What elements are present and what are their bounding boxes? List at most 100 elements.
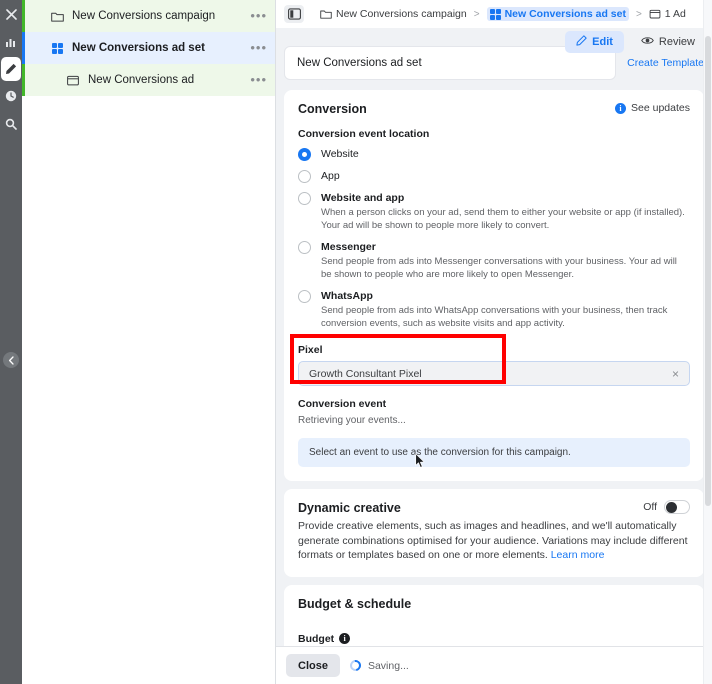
edit-button[interactable]: Edit [565,31,624,53]
option-label: Website and app [321,192,405,204]
pixel-field[interactable]: Growth Consultant Pixel × [298,361,690,386]
grid-icon [489,8,501,20]
dynamic-creative-toggle[interactable] [664,500,690,514]
toggle-knob [666,502,677,513]
description-text: Provide creative elements, such as image… [298,520,688,561]
option-label: Website [321,148,359,160]
breadcrumb-ads[interactable]: 1 Ad [649,8,686,20]
history-clock-icon[interactable] [0,82,22,110]
row-accent-bar [22,64,25,96]
loading-spinner-icon [347,657,364,674]
grid-icon [48,42,66,54]
budget-schedule-title: Budget & schedule [298,596,412,611]
breadcrumb-adset[interactable]: New Conversions ad set [486,7,629,21]
breadcrumb-campaign[interactable]: New Conversions campaign [320,8,467,20]
toggle-state-label: Off [643,501,657,513]
option-description: Send people from ads into WhatsApp conve… [321,305,668,329]
analytics-icon[interactable] [0,28,22,56]
see-updates-label: See updates [631,102,690,114]
create-template-link[interactable]: Create Template [627,57,704,69]
edit-pencil-icon[interactable] [1,57,21,81]
dynamic-creative-toggle-group[interactable]: Off [643,500,690,514]
breadcrumb-separator: > [635,8,642,20]
tree-row-adset[interactable]: New Conversions ad set ••• [22,32,275,64]
pixel-value: Growth Consultant Pixel [309,367,422,380]
info-icon[interactable]: i [339,633,351,644]
folder-icon [48,11,66,22]
radio-icon[interactable] [298,192,311,205]
row-overflow-menu-icon[interactable]: ••• [250,41,267,54]
row-accent-bar [22,32,25,64]
option-body: WhatsApp Send people from ads into Whats… [321,290,690,330]
tree-row-label: New Conversions ad set [72,42,205,54]
clear-icon[interactable]: × [672,367,679,381]
dynamic-creative-description: Provide creative elements, such as image… [298,519,690,563]
see-updates-link[interactable]: i See updates [615,102,690,114]
radio-icon[interactable] [298,170,311,183]
row-overflow-menu-icon[interactable]: ••• [250,9,267,22]
radio-option-website-and-app[interactable]: Website and app When a person clicks on … [298,192,690,232]
row-accent-bar [22,0,25,32]
retrieving-events-status: Retrieving your events... [298,415,406,426]
page-scrollbar-track[interactable] [703,0,712,684]
tree-row-label: New Conversions campaign [72,10,216,22]
breadcrumb-label: 1 Ad [664,8,686,20]
info-icon: i [615,102,627,114]
breadcrumb-label: New Conversions campaign [336,8,467,20]
breadcrumb-label: New Conversions ad set [504,8,626,20]
radio-option-whatsapp[interactable]: WhatsApp Send people from ads into Whats… [298,290,690,330]
close-icon[interactable] [0,0,22,28]
panel-toggle-icon[interactable] [284,5,304,23]
mouse-cursor [415,453,426,472]
option-body: Website and app When a person clicks on … [321,192,690,232]
row-overflow-menu-icon[interactable]: ••• [250,73,267,86]
header-action-row: Edit Review [565,31,706,53]
radio-icon[interactable] [298,241,311,254]
option-description: When a person clicks on your ad, send th… [321,207,685,231]
collapse-panel-chevron-icon[interactable] [3,352,19,368]
review-button-label: Review [658,36,695,48]
edit-pencil-icon [576,35,587,49]
review-button[interactable]: Review [630,31,706,53]
budget-field-label: Budget [298,632,335,645]
conversion-event-location-label: Conversion event location [298,128,430,140]
settings-scroll-area[interactable]: Conversion i See updates Conversion even… [276,90,712,646]
ad-frame-icon [64,75,82,86]
radio-icon[interactable] [298,290,311,303]
budget-field-label-row: Budget i [298,633,690,645]
learn-more-link[interactable]: Learn more [551,549,605,561]
option-body: App [321,170,690,183]
page-scrollbar-thumb[interactable] [705,36,711,506]
ad-frame-icon [649,9,661,19]
option-label: WhatsApp [321,290,373,302]
radio-icon-selected[interactable] [298,148,311,161]
option-label: App [321,170,340,182]
close-button[interactable]: Close [286,654,340,677]
option-body: Messenger Send people from ads into Mess… [321,241,690,281]
radio-option-messenger[interactable]: Messenger Send people from ads into Mess… [298,241,690,281]
radio-option-website[interactable]: Website [298,148,690,161]
main-editor-column: New Conversions campaign > New Conversio… [276,0,712,684]
dynamic-creative-title: Dynamic creative [298,501,401,515]
dynamic-creative-card: Dynamic creative Off Provide creative el… [284,489,704,577]
editor-bottom-bar: Close Saving... [276,646,712,684]
option-body: Website [321,148,690,161]
breadcrumb-separator: > [473,8,480,20]
tree-row-ad[interactable]: New Conversions ad ••• [22,64,275,96]
header-actions: Edit Review Create Template [565,31,706,69]
search-icon[interactable] [0,110,22,138]
editor-header: New Conversions ad set Edit Review Creat… [276,28,712,90]
saving-status: Saving... [347,657,409,674]
option-description: Send people from ads into Messenger conv… [321,256,677,280]
edit-button-label: Edit [592,36,613,48]
radio-option-app[interactable]: App [298,170,690,183]
breadcrumb-bar: New Conversions campaign > New Conversio… [276,0,712,28]
left-icon-rail [0,0,22,684]
tree-row-campaign[interactable]: New Conversions campaign ••• [22,0,275,32]
tree-row-label: New Conversions ad [88,74,195,86]
eye-icon [641,35,654,49]
adset-name-value: New Conversions ad set [297,57,422,69]
conversion-event-label: Conversion event [298,398,387,410]
pixel-label: Pixel [298,344,323,356]
select-event-notice: Select an event to use as the conversion… [298,438,690,467]
